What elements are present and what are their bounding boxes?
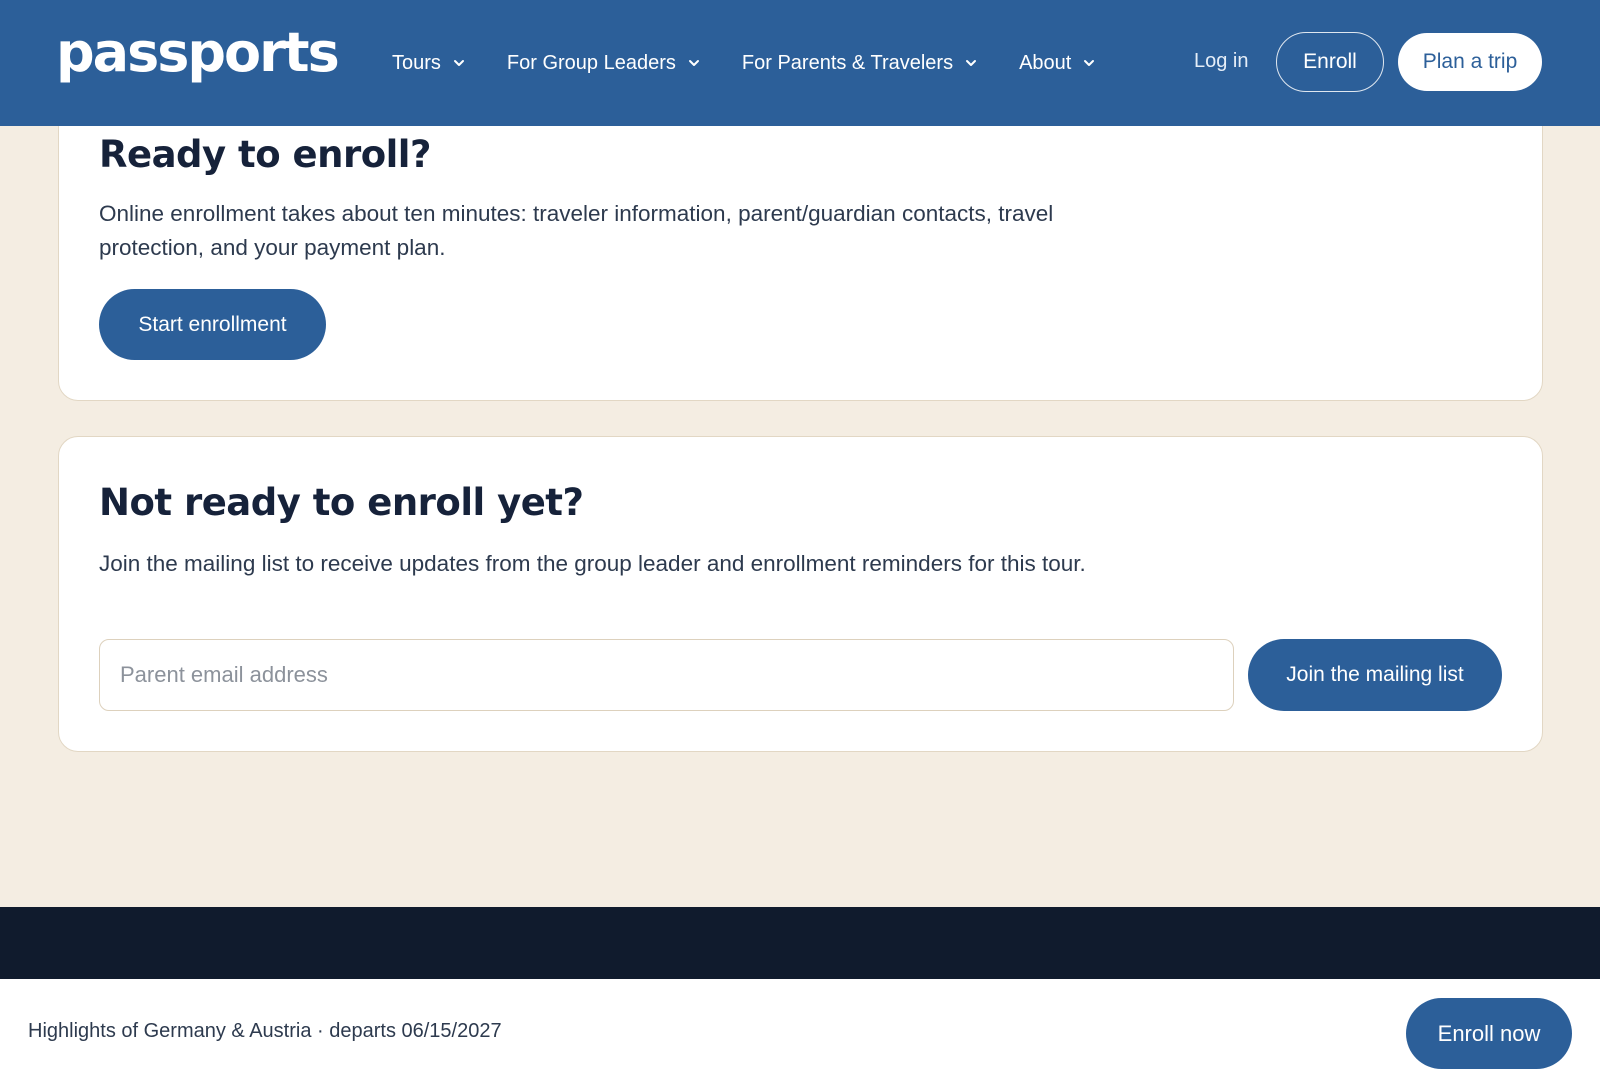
main-nav: Tours For Group Leaders For Parents & Tr… [392,0,1137,126]
nav-item-label: For Parents & Travelers [741,51,954,74]
start-enrollment-button[interactable]: Start enrollment [99,289,326,360]
plan-a-trip-button[interactable]: Plan a trip [1398,33,1542,91]
site-header: passports Tours For Group Leaders For Pa… [0,0,1600,126]
nav-item-about[interactable]: About [1019,52,1095,75]
ready-title: Ready to enroll? [99,133,431,176]
nav-item-label: Tours [392,51,441,74]
not-ready-card: Not ready to enroll yet? Join the mailin… [58,436,1543,752]
nav-item-tours[interactable]: Tours [392,52,465,75]
not-ready-description: Join the mailing list to receive updates… [99,551,1086,576]
chevron-down-icon [1083,57,1095,69]
nav-item-parents-travelers[interactable]: For Parents & Travelers [742,52,977,75]
passports-logo[interactable]: passports [56,26,340,80]
chevron-down-icon [965,57,977,69]
enroll-button[interactable]: Enroll [1276,32,1384,92]
nav-item-label: About [1019,51,1072,74]
sticky-enroll-bar: Highlights of Germany & Austria · depart… [0,979,1600,1086]
tour-info: Highlights of Germany & Austria · depart… [28,1020,502,1042]
chevron-down-icon [688,57,700,69]
footer-band [0,907,1600,979]
chevron-down-icon [453,57,465,69]
nav-item-label: For Group Leaders [506,51,676,74]
login-link[interactable]: Log in [1194,50,1249,73]
ready-to-enroll-card: Ready to enroll? Online enrollment takes… [58,96,1543,401]
not-ready-title: Not ready to enroll yet? [99,481,584,524]
nav-item-group-leaders[interactable]: For Group Leaders [507,52,700,75]
parent-email-input[interactable] [99,639,1234,711]
enroll-now-button[interactable]: Enroll now [1406,998,1572,1069]
ready-description: Online enrollment takes about ten minute… [99,201,1054,260]
join-mailing-list-button[interactable]: Join the mailing list [1248,639,1502,711]
